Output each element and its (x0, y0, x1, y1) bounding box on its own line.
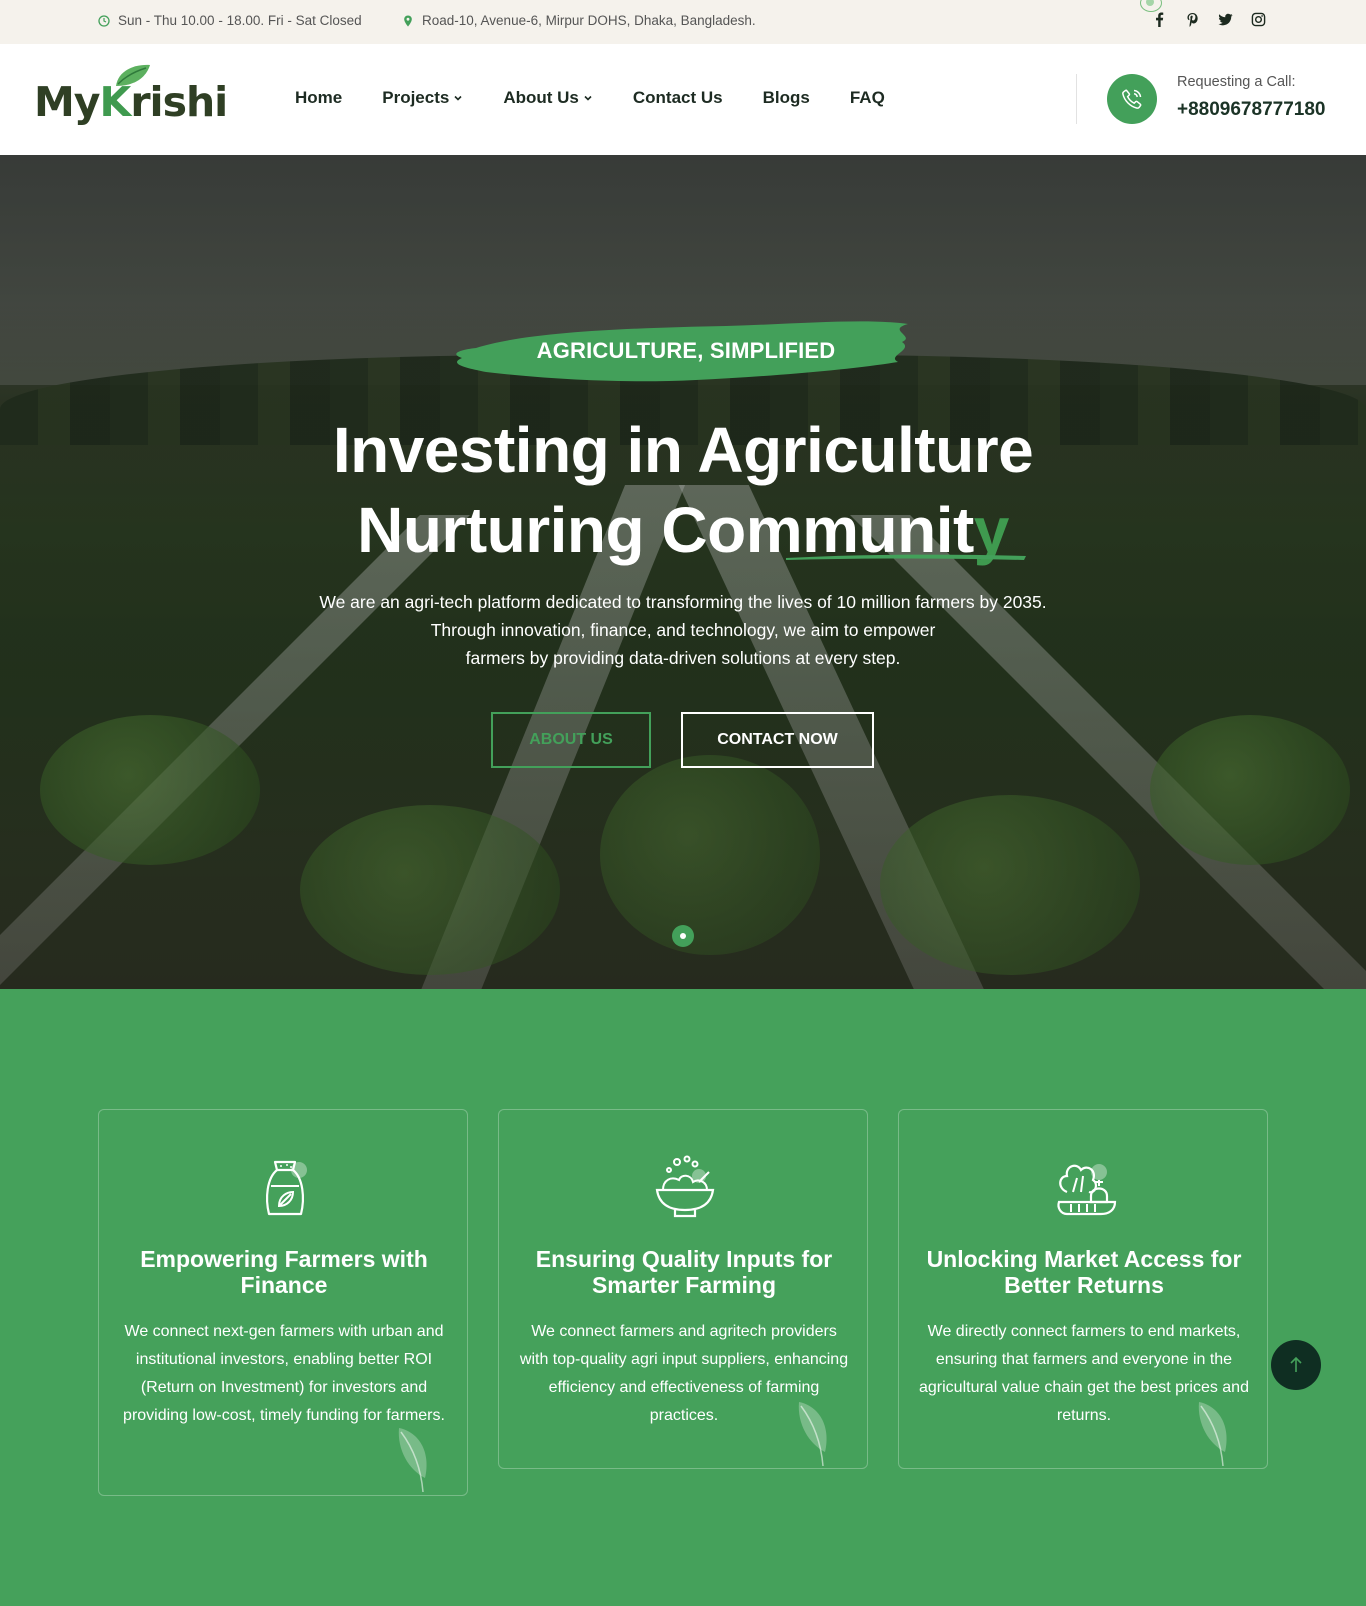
hero-badge-text: AGRICULTURE, SIMPLIFIED (536, 338, 836, 363)
social-links (1152, 12, 1266, 27)
feature-title: Unlocking Market Access for Better Retur… (926, 1246, 1242, 1298)
instagram-icon[interactable] (1251, 12, 1266, 27)
nav-contact-us-label: Contact Us (632, 88, 723, 107)
nav-faq-label: FAQ (849, 88, 885, 107)
feature-text: We connect next-gen farmers with urban a… (123, 1323, 445, 1424)
hero-desc-line2: Through innovation, finance, and technol… (430, 620, 936, 640)
address: Road-10, Avenue-6, Mirpur DOHS, Dhaka, B… (402, 13, 756, 28)
feature-card: Ensuring Quality Inputs for Smarter Farm… (498, 1109, 868, 1469)
nav-projects[interactable]: Projects (382, 88, 463, 108)
feature-card: Unlocking Market Access for Better Retur… (898, 1109, 1268, 1469)
nav-about-us[interactable]: About Us (503, 88, 593, 108)
nav-about-us-label: About Us (503, 88, 579, 107)
contact-now-button[interactable]: CONTACT NOW (681, 712, 874, 768)
scroll-to-top-button[interactable] (1271, 1340, 1321, 1390)
address-text: Road-10, Avenue-6, Mirpur DOHS, Dhaka, B… (422, 13, 756, 28)
logo-wordmark: MyKrishi (34, 78, 228, 126)
opening-hours: Sun - Thu 10.00 - 18.00. Fri - Sat Close… (98, 13, 362, 28)
leaf-decoration-icon (398, 1428, 427, 1493)
location-pin-icon (404, 15, 412, 26)
chevron-down-icon (584, 95, 592, 101)
feature-title: Empowering Farmers with Finance (140, 1246, 428, 1298)
nav-blogs-label: Blogs (762, 88, 810, 107)
call-number[interactable]: +8809678777180 (1177, 99, 1325, 121)
leaf-decoration-icon (798, 1402, 827, 1467)
hero-description: We are an agri-tech platform dedicated t… (0, 588, 1366, 672)
top-bar: Sun - Thu 10.00 - 18.00. Fri - Sat Close… (0, 0, 1366, 44)
nav-projects-label: Projects (382, 88, 450, 107)
main-nav: Home Projects About Us Contact Us Blogs … (295, 88, 885, 108)
decorative-circle (1140, 0, 1162, 12)
feature-title: Ensuring Quality Inputs for Smarter Farm… (535, 1246, 833, 1298)
arrow-up-icon (1290, 1356, 1302, 1372)
header-divider (1076, 74, 1077, 124)
hero-title-line1: Investing in Agriculture (332, 414, 1034, 486)
hero-crop (300, 805, 560, 975)
hero-badge: AGRICULTURE, SIMPLIFIED (446, 318, 926, 390)
hero-crop (1150, 715, 1350, 865)
main-header: MyKrishi Home Projects About Us Contact … (0, 44, 1366, 155)
twitter-icon[interactable] (1218, 12, 1233, 27)
slider-dot-active[interactable] (672, 925, 694, 947)
site-logo[interactable]: MyKrishi (34, 62, 228, 132)
pinterest-icon[interactable] (1185, 12, 1200, 27)
call-button[interactable] (1107, 74, 1157, 124)
nav-home-label: Home (295, 88, 343, 107)
vegetables-icon (1057, 1164, 1117, 1216)
call-label: Requesting a Call: (1177, 74, 1296, 90)
chevron-down-icon (454, 95, 462, 101)
hero-desc-line3: farmers by providing data-driven solutio… (465, 648, 901, 668)
hero-crop (880, 795, 1140, 975)
opening-hours-text: Sun - Thu 10.00 - 18.00. Fri - Sat Close… (118, 13, 362, 28)
phone-icon (1122, 89, 1142, 109)
feature-card: Empowering Farmers with Finance We conne… (98, 1109, 468, 1496)
hero-title-line2: Nurturing Community (0, 490, 1366, 570)
hero-title: Investing in Agriculture Nurturing Commu… (0, 410, 1366, 570)
nav-faq[interactable]: FAQ (850, 88, 885, 108)
about-us-button[interactable]: ABOUT US (491, 712, 651, 768)
hero-desc-line1: We are an agri-tech platform dedicated t… (319, 592, 1047, 612)
clock-icon (98, 14, 110, 27)
nav-contact-us[interactable]: Contact Us (633, 88, 723, 108)
nav-home[interactable]: Home (295, 88, 342, 108)
grain-sack-icon (266, 1160, 307, 1216)
hero-crop (600, 755, 820, 955)
salad-bowl-icon (655, 1155, 715, 1218)
nav-blogs[interactable]: Blogs (763, 88, 810, 108)
leaf-decoration-icon (1198, 1402, 1227, 1467)
title-underline-shape (786, 554, 1026, 560)
hero-crop (40, 715, 260, 865)
facebook-icon[interactable] (1152, 12, 1167, 27)
hero-section (0, 155, 1366, 989)
